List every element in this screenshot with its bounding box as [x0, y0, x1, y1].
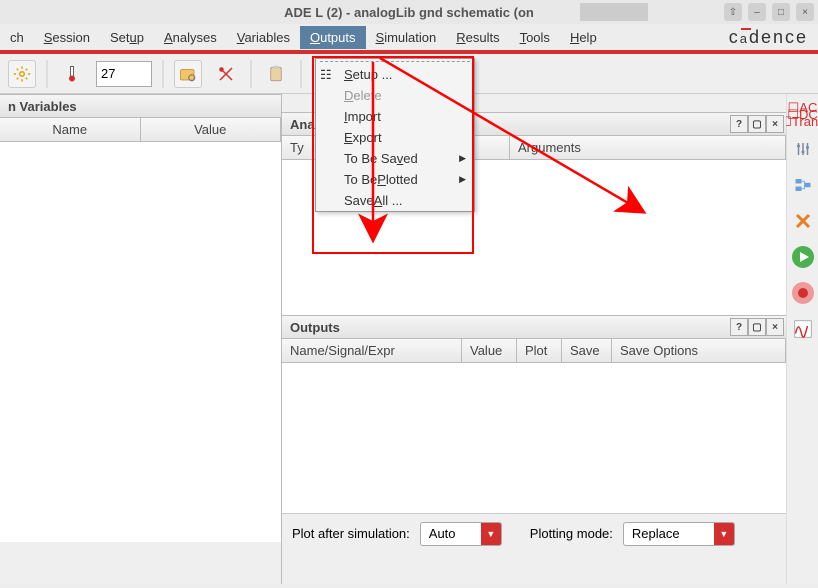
variables-panel-title: n Variables	[0, 94, 281, 118]
col-name-signal[interactable]: Name/Signal/Expr	[282, 339, 462, 362]
waveform-icon[interactable]	[791, 317, 815, 341]
delete-var-icon[interactable]	[212, 60, 240, 88]
col-value[interactable]: Value	[141, 118, 282, 141]
setup-icon: ☷	[320, 67, 332, 83]
menu-setup[interactable]: Setup	[100, 26, 154, 49]
dropdown-save-all-[interactable]: Save All ...	[316, 190, 474, 211]
menu-analyses[interactable]: Analyses	[154, 26, 227, 49]
menu-results[interactable]: Results	[446, 26, 509, 49]
outputs-title-text: Outputs	[290, 320, 340, 335]
plot-after-combo[interactable]: Auto ▼	[420, 522, 502, 546]
help-icon[interactable]: ?	[730, 115, 748, 133]
maximize-button[interactable]: □	[772, 3, 790, 21]
variables-title-text: n Variables	[8, 99, 77, 114]
minimize-button[interactable]: –	[748, 3, 766, 21]
col-value[interactable]: Value	[462, 339, 517, 362]
dropdown-to-be-plotted[interactable]: To Be Plotted▶	[316, 169, 474, 190]
dropdown-delete: Delete	[316, 85, 474, 106]
col-name[interactable]: Name	[0, 118, 141, 141]
run-icon[interactable]	[791, 245, 815, 269]
dropdown-import[interactable]: Import	[316, 106, 474, 127]
col-save-options[interactable]: Save Options	[612, 339, 786, 362]
sliders-icon[interactable]	[791, 137, 815, 161]
submenu-arrow-icon: ▶	[459, 174, 466, 185]
menu-ch[interactable]: ch	[0, 26, 34, 49]
side-toolbar: ☐AC ☐DC ☐Trans	[786, 94, 818, 584]
pin-button[interactable]: ⇧	[724, 3, 742, 21]
outputs-dropdown: ☷Setup ...DeleteImportExportTo Be Saved▶…	[315, 58, 475, 212]
outputs-panel-title: Outputs ? ▢ ×	[282, 315, 786, 339]
undock-icon[interactable]: ▢	[748, 115, 766, 133]
chevron-down-icon[interactable]: ▼	[481, 522, 501, 546]
menu-help[interactable]: Help	[560, 26, 607, 49]
temperature-input[interactable]	[96, 61, 152, 87]
stop-icon[interactable]	[791, 281, 815, 305]
delete-icon[interactable]	[791, 209, 815, 233]
plot-after-value: Auto	[421, 526, 481, 541]
menu-simulation[interactable]: Simulation	[366, 26, 447, 49]
window-title: ADE L (2) - analogLib gnd schematic (on	[284, 5, 534, 20]
thermometer-icon[interactable]	[58, 60, 86, 88]
close-panel-icon[interactable]: ×	[766, 318, 784, 336]
title-smudge	[580, 3, 648, 21]
menu-outputs[interactable]: Outputs	[300, 26, 366, 49]
variables-table-body[interactable]	[0, 142, 281, 542]
col-plot[interactable]: Plot	[517, 339, 562, 362]
analyses-mode-icon[interactable]: ☐AC ☐DC ☐Trans	[791, 104, 815, 125]
analyses-title-text: Ana	[290, 117, 315, 132]
plotting-mode-value: Replace	[624, 526, 714, 541]
col-save[interactable]: Save	[562, 339, 612, 362]
brand-logo: cadence	[729, 27, 808, 48]
title-bar: ADE L (2) - analogLib gnd schematic (on …	[0, 0, 818, 24]
plotting-mode-label: Plotting mode:	[530, 526, 613, 541]
clipboard-icon[interactable]	[262, 60, 290, 88]
chevron-down-icon[interactable]: ▼	[714, 522, 734, 546]
dropdown-export[interactable]: Export	[316, 127, 474, 148]
close-panel-icon[interactable]: ×	[766, 115, 784, 133]
outputs-table-body[interactable]	[282, 363, 786, 513]
menu-tools[interactable]: Tools	[510, 26, 560, 49]
folder-gear-icon[interactable]	[174, 60, 202, 88]
plot-after-label: Plot after simulation:	[292, 526, 410, 541]
col-arguments[interactable]: Arguments	[510, 136, 786, 159]
plot-options-bar: Plot after simulation: Auto ▼ Plotting m…	[282, 513, 786, 553]
dropdown-to-be-saved[interactable]: To Be Saved▶	[316, 148, 474, 169]
gear-icon[interactable]	[8, 60, 36, 88]
submenu-arrow-icon: ▶	[459, 153, 466, 164]
outputs-table-header: Name/Signal/Expr Value Plot Save Save Op…	[282, 339, 786, 363]
plotting-mode-combo[interactable]: Replace ▼	[623, 522, 735, 546]
netlist-icon[interactable]	[791, 173, 815, 197]
help-icon[interactable]: ?	[730, 318, 748, 336]
menu-session[interactable]: Session	[34, 26, 100, 49]
menu-bar: chSessionSetupAnalysesVariablesOutputsSi…	[0, 24, 818, 54]
dropdown-setup-[interactable]: ☷Setup ...	[316, 64, 474, 85]
undock-icon[interactable]: ▢	[748, 318, 766, 336]
variables-table-header: Name Value	[0, 118, 281, 142]
menu-variables[interactable]: Variables	[227, 26, 300, 49]
design-variables-panel: n Variables Name Value	[0, 94, 282, 584]
close-button[interactable]: ×	[796, 3, 814, 21]
